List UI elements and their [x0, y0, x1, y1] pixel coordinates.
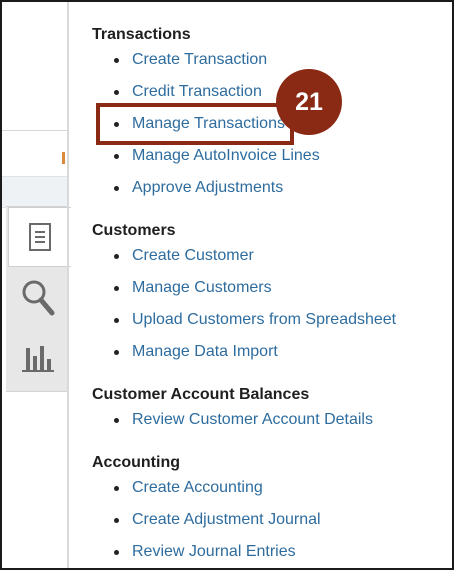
tab-reports[interactable] [8, 329, 68, 387]
bullet [114, 317, 119, 323]
step-number-badge: 21 [276, 69, 342, 135]
link-create-customer[interactable]: Create Customer [132, 247, 254, 265]
list-item: Create Transaction [114, 51, 267, 69]
bullet [114, 549, 119, 555]
list-item: Create Accounting [114, 479, 263, 497]
link-create-transaction[interactable]: Create Transaction [132, 51, 267, 69]
list-item: Credit Transaction [114, 83, 262, 101]
bullet [114, 285, 119, 291]
link-review-customer-account-details[interactable]: Review Customer Account Details [132, 411, 373, 429]
list-item: Manage Customers [114, 279, 272, 297]
link-manage-data-import[interactable]: Manage Data Import [132, 343, 278, 361]
list-item: Manage AutoInvoice Lines [114, 147, 320, 165]
panel-divider [67, 2, 69, 568]
tab-tasks[interactable] [8, 207, 71, 267]
left-band [2, 176, 67, 208]
bullet [114, 89, 119, 95]
section-title-transactions: Transactions [92, 26, 191, 43]
bullet [114, 153, 119, 159]
screenshot-frame: Transactions Create Transaction Credit T… [0, 0, 454, 570]
list-item: Create Customer [114, 247, 254, 265]
bullet [114, 349, 119, 355]
link-credit-transaction[interactable]: Credit Transaction [132, 83, 262, 101]
section-title-customer-account-balances: Customer Account Balances [92, 386, 310, 403]
link-upload-customers-from-spreadsheet[interactable]: Upload Customers from Spreadsheet [132, 311, 396, 329]
bullet [114, 57, 119, 63]
list-item: Create Adjustment Journal [114, 511, 321, 529]
link-manage-autoinvoice-lines[interactable]: Manage AutoInvoice Lines [132, 147, 320, 165]
bullet [114, 417, 119, 423]
left-accent-mark [62, 152, 65, 164]
section-title-accounting: Accounting [92, 454, 180, 471]
bullet [114, 253, 119, 259]
tab-search[interactable] [8, 269, 68, 327]
highlight-box [96, 103, 294, 145]
link-create-adjustment-journal[interactable]: Create Adjustment Journal [132, 511, 321, 529]
list-item: Upload Customers from Spreadsheet [114, 311, 396, 329]
link-review-journal-entries[interactable]: Review Journal Entries [132, 543, 296, 561]
link-create-accounting[interactable]: Create Accounting [132, 479, 263, 497]
left-divider-line [2, 130, 67, 131]
list-item: Review Customer Account Details [114, 411, 373, 429]
list-item: Approve Adjustments [114, 179, 283, 197]
search-icon [20, 278, 56, 318]
left-panel [2, 2, 71, 568]
bullet [114, 485, 119, 491]
section-title-customers: Customers [92, 222, 176, 239]
list-item: Manage Data Import [114, 343, 278, 361]
document-icon [28, 222, 52, 252]
list-item: Review Journal Entries [114, 543, 296, 561]
bar-chart-icon [20, 342, 56, 374]
panel-tab-rail [6, 206, 71, 392]
link-approve-adjustments[interactable]: Approve Adjustments [132, 179, 283, 197]
link-manage-customers[interactable]: Manage Customers [132, 279, 272, 297]
bullet [114, 185, 119, 191]
bullet [114, 517, 119, 523]
